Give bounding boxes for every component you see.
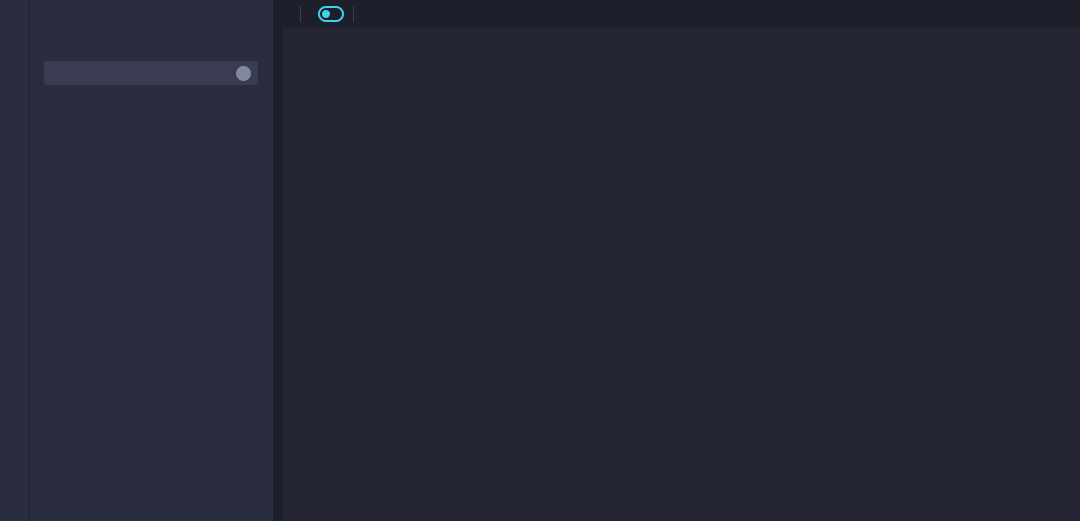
- panel-header: [30, 0, 273, 29]
- editor-area: [283, 0, 1080, 521]
- workspace-updown-icon[interactable]: [236, 66, 251, 81]
- editor-topbar: [283, 0, 1080, 27]
- code-editor[interactable]: [283, 27, 1080, 521]
- workspace-select[interactable]: [44, 61, 258, 85]
- separator: [300, 6, 301, 22]
- ai-copilot-toggle[interactable]: [318, 6, 344, 22]
- file-explorer-panel: [30, 0, 273, 521]
- workspaces-row: [30, 35, 273, 55]
- remix-ide-window: [0, 0, 1080, 521]
- activity-bar: [0, 0, 30, 521]
- separator: [353, 6, 354, 22]
- panel-separator[interactable]: [273, 0, 283, 521]
